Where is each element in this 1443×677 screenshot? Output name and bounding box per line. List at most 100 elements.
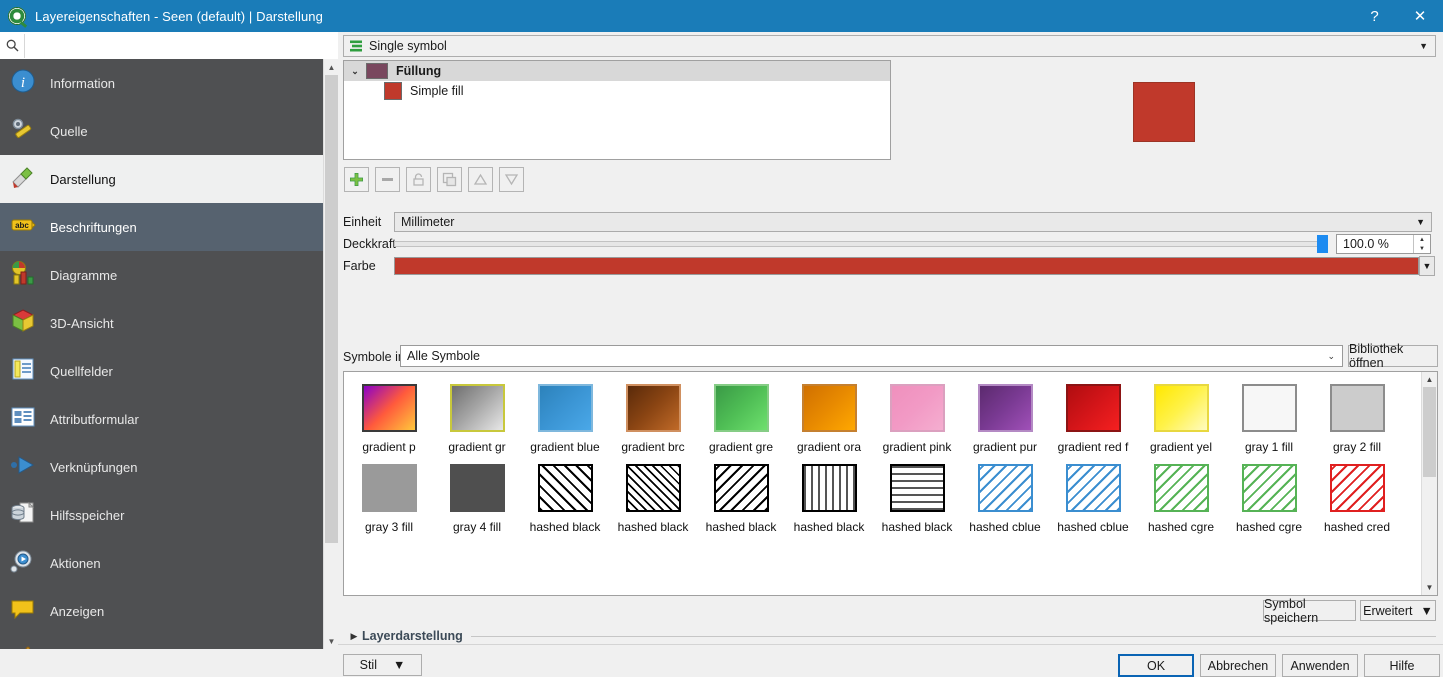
anwenden-button[interactable]: Anwenden <box>1282 654 1358 677</box>
scroll-down-arrow[interactable]: ▼ <box>324 633 339 649</box>
scroll-up-arrow[interactable]: ▲ <box>1422 372 1437 387</box>
sidebar-item-label: Verknüpfungen <box>50 460 137 475</box>
sidebar-item-label: Hilfsspeicher <box>50 508 124 523</box>
symbol-tree-parent-row[interactable]: ⌄ Füllung <box>344 61 890 81</box>
opacity-spinbox[interactable]: 100.0 % ▲▼ <box>1336 234 1431 254</box>
symbol-gallery[interactable]: gradient pgradient grgradient bluegradie… <box>343 371 1438 596</box>
symbol-item[interactable]: hashed black <box>609 454 697 534</box>
symbol-item[interactable]: hashed cblue <box>1049 454 1137 534</box>
symbol-item[interactable]: hashed cblue <box>961 454 1049 534</box>
symbol-item[interactable]: gradient ora <box>785 374 873 454</box>
sidebar-item-hilfsspeicher[interactable]: Hilfsspeicher <box>0 491 323 539</box>
hilfe-button[interactable]: Hilfe <box>1364 654 1440 677</box>
add-symbol-layer-button[interactable] <box>344 167 369 192</box>
symbol-caption: hashed cgre <box>1226 520 1312 534</box>
chevron-down-icon: ▼ <box>1420 604 1432 618</box>
scrollbar-thumb[interactable] <box>1423 387 1436 477</box>
opacity-label: Deckkraft <box>338 237 394 251</box>
sidebar-nav-list: iInformationQuelleDarstellungabcBeschrif… <box>0 59 323 649</box>
library-filter-value: Alle Symbole <box>407 349 480 363</box>
advanced-button[interactable]: Erweitert ▼ <box>1360 600 1436 621</box>
layer-rendering-section[interactable]: ▶ Layerdarstellung <box>346 628 1436 644</box>
symbol-swatch <box>802 464 857 512</box>
symbol-item[interactable]: hashed cgre <box>1137 454 1225 534</box>
opacity-slider-handle[interactable] <box>1317 235 1328 253</box>
symbol-swatch <box>626 464 681 512</box>
section-divider <box>471 636 1436 637</box>
sidebar-item-label: Anzeigen <box>50 604 104 619</box>
scrollbar-thumb[interactable] <box>325 75 338 543</box>
ok-button[interactable]: OK <box>1118 654 1194 677</box>
symbol-item[interactable]: gradient p <box>345 374 433 454</box>
sidebar-item-attributformular[interactable]: Attributformular <box>0 395 323 443</box>
svg-text:abc: abc <box>15 221 29 230</box>
open-library-button[interactable]: Bibliothek öffnen <box>1348 345 1438 367</box>
symbol-item[interactable]: hashed black <box>697 454 785 534</box>
symbol-item[interactable]: hashed black <box>521 454 609 534</box>
sidebar-item-aktionen[interactable]: Aktionen <box>0 539 323 587</box>
search-bar[interactable] <box>0 32 338 60</box>
symbol-item[interactable]: hashed black <box>785 454 873 534</box>
sidebar-item-3d-ansicht[interactable]: 3D-Ansicht <box>0 299 323 347</box>
symbol-item[interactable]: gradient pink <box>873 374 961 454</box>
spin-up-icon: ▲ <box>1414 235 1430 244</box>
symbol-swatch <box>626 384 681 432</box>
symbol-swatch <box>1330 464 1385 512</box>
form-icon <box>10 404 40 434</box>
library-filter-combo[interactable]: Alle Symbole ⌄ <box>400 345 1343 367</box>
symbol-item[interactable]: gradient gr <box>433 374 521 454</box>
opacity-slider[interactable] <box>394 234 1328 254</box>
unit-combo[interactable]: Millimeter ▼ <box>394 212 1432 232</box>
scroll-up-arrow[interactable]: ▲ <box>324 59 339 75</box>
symbol-item[interactable]: gray 4 fill <box>433 454 521 534</box>
save-symbol-button[interactable]: Symbol speichern <box>1263 600 1356 621</box>
symbol-item[interactable]: gray 1 fill <box>1225 374 1313 454</box>
speech-bubble-icon <box>10 596 40 626</box>
help-button[interactable]: ? <box>1352 0 1397 32</box>
symbol-item[interactable]: gradient brc <box>609 374 697 454</box>
symbol-item[interactable]: gray 2 fill <box>1313 374 1401 454</box>
close-button[interactable]: ✕ <box>1397 0 1443 32</box>
symbol-item[interactable]: gradient pur <box>961 374 1049 454</box>
symbol-item[interactable]: hashed cgre <box>1225 454 1313 534</box>
sidebar-item-quelle[interactable]: Quelle <box>0 107 323 155</box>
gallery-scrollbar[interactable]: ▲ ▼ <box>1421 372 1437 595</box>
sidebar-item-verkn-pfungen[interactable]: Verknüpfungen <box>0 443 323 491</box>
symbol-item[interactable]: gray 3 fill <box>345 454 433 534</box>
symbol-caption: gradient gre <box>698 440 784 454</box>
symbol-item[interactable]: gradient yel <box>1137 374 1225 454</box>
sidebar-item-anzeigen[interactable]: Anzeigen <box>0 587 323 635</box>
unit-value: Millimeter <box>401 215 454 229</box>
style-button[interactable]: Stil ▼ <box>343 654 422 676</box>
symbol-item[interactable]: hashed black <box>873 454 961 534</box>
symbol-item[interactable]: gradient red f <box>1049 374 1137 454</box>
symbol-caption: hashed cred <box>1314 520 1400 534</box>
expander-icon[interactable]: ⌄ <box>344 66 366 77</box>
sidebar-item-beschriftungen[interactable]: abc Beschriftungen <box>0 203 323 251</box>
symbol-caption: gradient red f <box>1050 440 1136 454</box>
search-input[interactable] <box>24 34 338 58</box>
symbol-caption: hashed black <box>522 520 608 534</box>
sidebar-item-label: Beschriftungen <box>50 220 137 235</box>
join-icon <box>10 452 40 482</box>
sidebar-item-diagramme[interactable]: Diagramme <box>0 251 323 299</box>
symbol-item[interactable]: hashed cred <box>1313 454 1401 534</box>
abbrechen-button[interactable]: Abbrechen <box>1200 654 1276 677</box>
sidebar-scrollbar[interactable]: ▲ ▼ <box>323 59 339 649</box>
symbol-tree-child-row[interactable]: Simple fill <box>344 81 890 101</box>
color-button[interactable] <box>394 257 1419 275</box>
scroll-down-arrow[interactable]: ▼ <box>1422 580 1437 595</box>
spinner-buttons[interactable]: ▲▼ <box>1413 235 1430 253</box>
color-dropdown-button[interactable]: ▼ <box>1419 256 1435 276</box>
broom-icon <box>10 644 40 649</box>
symbol-caption: gradient brc <box>610 440 696 454</box>
symbol-item[interactable]: gradient gre <box>697 374 785 454</box>
renderer-type-combo[interactable]: Single symbol ▼ <box>343 35 1436 57</box>
symbol-item[interactable]: gradient blue <box>521 374 609 454</box>
sidebar-item-darstellung[interactable]: Darstellung <box>0 635 323 649</box>
sidebar-item-darstellung[interactable]: Darstellung <box>0 155 323 203</box>
sidebar-item-information[interactable]: iInformation <box>0 59 323 107</box>
sidebar-item-quellfelder[interactable]: Quellfelder <box>0 347 323 395</box>
expand-triangle-icon[interactable]: ▶ <box>346 631 362 642</box>
symbol-layer-tree[interactable]: ⌄ Füllung Simple fill <box>343 60 891 160</box>
